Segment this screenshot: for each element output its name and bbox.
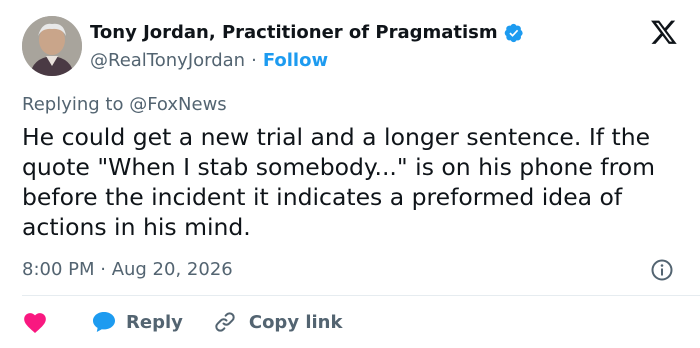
author-display-name[interactable]: Tony Jordan, Practitioner of Pragmatism bbox=[90, 22, 498, 44]
author-handle-row: @RealTonyJordan · Follow bbox=[90, 50, 328, 72]
author-name-row: Tony Jordan, Practitioner of Pragmatism bbox=[90, 22, 524, 44]
follow-button[interactable]: Follow bbox=[263, 50, 328, 72]
tweet-actions: Reply Copy link bbox=[22, 308, 342, 336]
verified-badge-icon bbox=[504, 23, 524, 43]
x-logo-icon[interactable] bbox=[650, 18, 678, 46]
avatar[interactable] bbox=[22, 16, 82, 76]
divider bbox=[22, 295, 700, 296]
heart-icon[interactable] bbox=[22, 310, 48, 334]
copy-link-button[interactable]: Copy link bbox=[213, 310, 343, 334]
replying-to-label: Replying to bbox=[22, 94, 124, 115]
replying-to: Replying to @FoxNews bbox=[22, 93, 227, 117]
copy-link-label: Copy link bbox=[248, 311, 343, 333]
info-icon[interactable] bbox=[650, 258, 674, 282]
separator-dot: · bbox=[251, 50, 257, 71]
reply-button[interactable]: Reply bbox=[92, 311, 183, 333]
link-icon bbox=[213, 310, 237, 334]
replying-to-user[interactable]: @FoxNews bbox=[129, 94, 226, 115]
tweet-header: Tony Jordan, Practitioner of Pragmatism … bbox=[22, 16, 682, 80]
speech-bubble-icon bbox=[92, 311, 116, 333]
tweet-text: He could get a new trial and a longer se… bbox=[22, 123, 655, 241]
reply-label: Reply bbox=[126, 311, 183, 333]
tweet-timestamp[interactable]: 8:00 PM · Aug 20, 2026 bbox=[22, 258, 233, 282]
author-handle[interactable]: @RealTonyJordan bbox=[90, 50, 245, 72]
